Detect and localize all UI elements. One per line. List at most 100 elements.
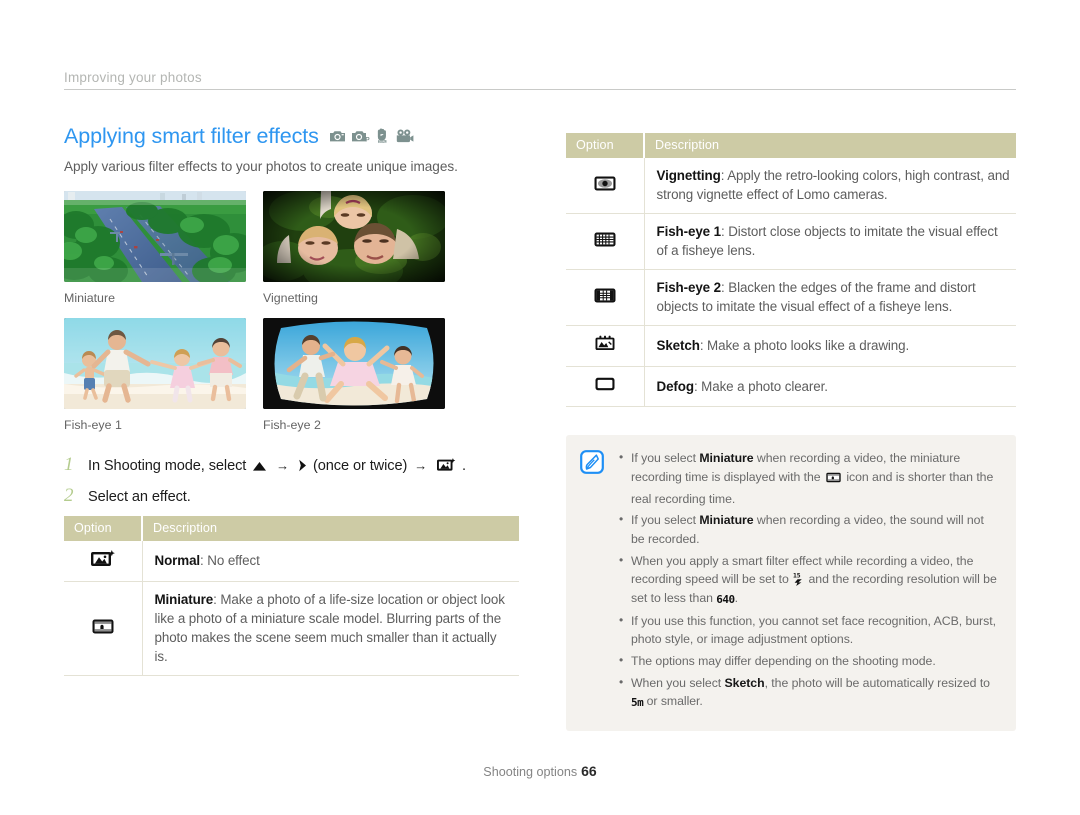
arrow-glyph-2: → (414, 458, 428, 473)
option-description-cell: Defog: Make a photo clearer. (644, 366, 1016, 408)
miniature-icon (91, 619, 115, 640)
note-items: If you select Miniature when recording a… (618, 448, 1000, 715)
option-name: Miniature (154, 592, 214, 607)
smart-filter-icon (436, 457, 456, 476)
option-description-cell: Miniature: Make a photo of a life-size l… (142, 581, 519, 677)
option-name: Fish-eye 1 (656, 224, 722, 240)
table-row: Defog: Make a photo clearer. (566, 366, 1016, 408)
table-row: Fish-eye 1: Distort close objects to imi… (566, 213, 1016, 271)
camera-icon (329, 129, 346, 143)
option-description-cell: Fish-eye 1: Distort close objects to imi… (644, 213, 1016, 271)
note-item: If you select Miniature when recording a… (618, 448, 1000, 508)
option-name: Sketch (656, 338, 700, 354)
note-item: If you select Miniature when recording a… (618, 510, 1000, 548)
left-column: Applying smart filter effects P DUAL App… (64, 124, 519, 677)
15fps-icon: 15 (792, 571, 805, 587)
option-icon-cell (566, 366, 645, 408)
table-header-description: Description (644, 133, 1016, 158)
resolution-640-badge: 640 (716, 593, 735, 606)
svg-text:P: P (365, 137, 370, 143)
table-header-option: Option (64, 516, 143, 541)
note-item: If you use this function, you cannot set… (618, 611, 1000, 649)
note-text: When you select (631, 675, 725, 690)
option-name: Vignetting (656, 168, 721, 183)
option-name: Normal (154, 552, 201, 568)
step-2: 2 Select an effect. (64, 485, 519, 507)
note-box: If you select Miniature when recording a… (566, 435, 1016, 732)
left-option-table-wrapper: Option Description Normal: No effect Min… (64, 516, 519, 677)
note-bold: Sketch (724, 675, 765, 690)
sample-vignetting: Vignetting (263, 191, 445, 305)
defog-icon (593, 377, 617, 397)
option-desc: : Make a photo clearer. (693, 378, 828, 394)
option-name: Fish-eye 2 (656, 280, 722, 296)
fisheye2-sample-image (263, 318, 445, 409)
step-text: Select an effect. (88, 489, 191, 505)
option-icon-cell (64, 581, 143, 677)
sample-caption: Miniature (64, 291, 115, 305)
option-desc: : No effect (200, 552, 260, 568)
table-header-row: Option Description (64, 516, 519, 541)
camera-program-icon: P (351, 129, 370, 143)
note-bold: Miniature (699, 513, 754, 528)
fisheye1-icon (593, 232, 617, 253)
option-icon-cell (566, 325, 645, 368)
option-icon-cell (566, 269, 645, 327)
miniature-sample-image (64, 191, 246, 282)
running-head: Improving your photos (64, 70, 1016, 90)
sample-fisheye2: Fish-eye 2 (263, 318, 445, 432)
step-text-pre: In Shooting mode, select (88, 458, 247, 474)
note-bold: Miniature (699, 451, 754, 466)
step-text-post: . (462, 458, 466, 474)
video-camera-icon (396, 129, 414, 143)
option-description-cell: Vignetting: Apply the retro-looking colo… (644, 158, 1016, 215)
note-text: If you select (631, 513, 700, 528)
footer-label: Shooting options (483, 765, 578, 779)
note-item: When you apply a smart filter effect whi… (618, 551, 1000, 609)
fisheye2-icon (593, 288, 617, 309)
step-1: 1 In Shooting mode, select → (once or tw… (64, 454, 519, 476)
section-title-row: Applying smart filter effects P DUAL (64, 124, 519, 149)
option-description-cell: Sketch: Make a photo looks like a drawin… (644, 325, 1016, 368)
sample-caption: Fish-eye 1 (64, 418, 122, 432)
running-head-text: Improving your photos (64, 70, 202, 85)
note-text: . (734, 591, 739, 605)
right-chevron-icon (298, 459, 307, 476)
sketch-icon (593, 335, 617, 357)
dual-is-icon: DUAL (375, 128, 391, 143)
table-row: Vignetting: Apply the retro-looking colo… (566, 158, 1016, 215)
note-text: The options may differ depending on the … (631, 654, 936, 669)
vignetting-icon (593, 176, 617, 197)
page-footer: Shooting options 66 (0, 763, 1080, 779)
note-text: If you select (631, 451, 700, 466)
svg-text:15: 15 (793, 572, 801, 580)
page-number: 66 (581, 763, 597, 779)
note-text: , the photo will be automatically resize… (764, 675, 990, 690)
manual-page: Improving your photos Applying smart fil… (0, 0, 1080, 815)
sample-caption: Vignetting (263, 291, 318, 305)
step-text: In Shooting mode, select → (once or twic… (88, 457, 466, 476)
table-row: Sketch: Make a photo looks like a drawin… (566, 325, 1016, 368)
table-row: Normal: No effect (64, 541, 519, 582)
table-header-option: Option (566, 133, 645, 158)
resolution-5m-badge: 5m (631, 696, 644, 710)
left-option-table: Option Description Normal: No effect Min… (64, 516, 519, 677)
fisheye1-sample-image (64, 318, 246, 409)
sample-miniature: Miniature (64, 191, 246, 305)
arrow-glyph: → (276, 458, 290, 473)
right-option-table: Option Description Vignetting: Apply the… (566, 133, 1016, 408)
step-text-mid: (once or twice) (313, 458, 408, 474)
table-row: Fish-eye 2: Blacken the edges of the fra… (566, 269, 1016, 327)
vignetting-sample-image (263, 191, 445, 282)
sample-fisheye1: Fish-eye 1 (64, 318, 246, 432)
page-title: Applying smart filter effects (64, 124, 319, 148)
option-icon-cell (566, 158, 645, 215)
note-item: When you select Sketch, the photo will b… (618, 673, 1000, 712)
table-header-row: Option Description (566, 133, 1016, 158)
smart-filter-normal-icon (90, 550, 116, 572)
step-number: 2 (64, 485, 74, 506)
note-pen-icon (580, 449, 606, 715)
table-row: Miniature: Make a photo of a life-size l… (64, 581, 519, 677)
note-text: or smaller. (643, 694, 703, 709)
up-triangle-icon (252, 460, 267, 476)
